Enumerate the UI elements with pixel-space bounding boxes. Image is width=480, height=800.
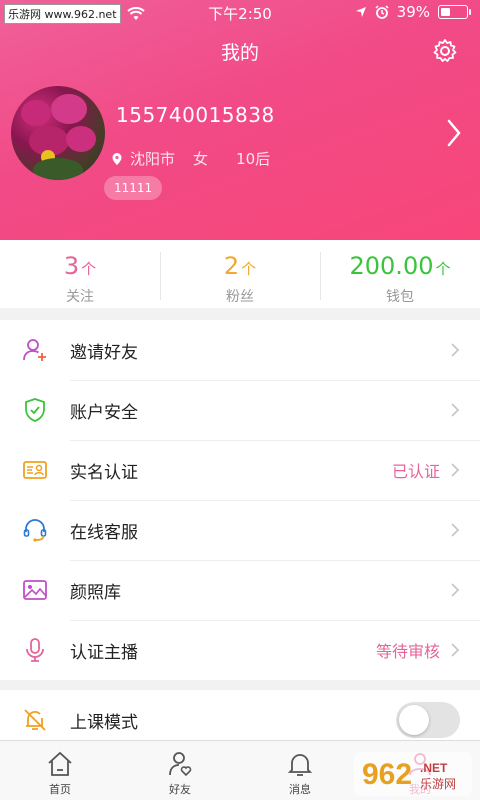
- tab-label: 首页: [49, 783, 71, 796]
- stat-value: 2: [223, 252, 240, 280]
- divider: [70, 620, 480, 621]
- menu-invite-friends[interactable]: 邀请好友: [0, 320, 480, 380]
- bell-icon: [287, 754, 313, 776]
- menu-label: 邀请好友: [70, 342, 138, 363]
- chevron-right-icon: [451, 463, 460, 477]
- tab-label: 好友: [169, 783, 191, 796]
- menu-status: 已认证: [391, 462, 440, 481]
- toggle-knob: [399, 705, 429, 735]
- watermark-logo: 962 .NET 乐游网: [354, 752, 472, 796]
- menu-label: 颜照库: [70, 582, 121, 603]
- microphone-icon: [26, 638, 44, 662]
- divider: [70, 440, 480, 441]
- svg-text:乐游网: 乐游网: [420, 777, 456, 791]
- chevron-right-icon: [451, 583, 460, 597]
- menu-anchor-verification[interactable]: 认证主播 等待审核: [0, 620, 480, 680]
- menu-label: 在线客服: [70, 522, 138, 543]
- chevron-right-icon: [451, 523, 460, 537]
- menu-label: 账户安全: [70, 402, 138, 423]
- chevron-right-icon: [451, 403, 460, 417]
- bell-off-icon: [24, 709, 46, 731]
- alarm-icon: [375, 5, 389, 19]
- avatar[interactable]: [11, 86, 105, 180]
- stat-label: 钱包: [386, 289, 414, 305]
- stat-unit: 个: [241, 260, 257, 278]
- user-info: 沈阳市 女 10后: [110, 148, 288, 169]
- location-arrow-icon: [355, 7, 366, 17]
- chevron-right-icon[interactable]: [446, 118, 462, 148]
- user-gender: 女: [193, 150, 209, 168]
- battery-percent: 39%: [396, 3, 430, 21]
- class-mode-toggle[interactable]: [396, 702, 460, 738]
- status-bar: 乐游网 www.962.net 下午2:50 39%: [0, 0, 480, 26]
- stat-value: 3: [63, 252, 80, 280]
- tab-friends[interactable]: 好友: [120, 741, 240, 800]
- stat-wallet[interactable]: 200.00 个 钱包: [320, 240, 480, 308]
- tab-label: 消息: [289, 783, 311, 796]
- id-card-icon: [23, 461, 47, 479]
- page-title: 我的: [220, 42, 259, 64]
- user-city: 沈阳市: [130, 150, 176, 168]
- battery-icon: [438, 5, 471, 19]
- stats-bar: 3个 关注 2个 粉丝 200.00 个 钱包: [0, 240, 480, 308]
- divider: [70, 500, 480, 501]
- stat-label: 关注: [66, 289, 94, 305]
- stat-fans[interactable]: 2个 粉丝: [160, 240, 320, 308]
- location-pin-icon: [112, 152, 122, 165]
- svg-text:.NET: .NET: [420, 761, 448, 775]
- user-tag: 11111: [104, 176, 163, 200]
- menu-real-name-verification[interactable]: 实名认证 已认证: [0, 440, 480, 500]
- menu-label: 实名认证: [70, 462, 138, 483]
- user-phone: 155740015838: [116, 103, 275, 127]
- stat-unit: 个: [81, 260, 97, 278]
- image-icon: [23, 580, 47, 600]
- menu-account-security[interactable]: 账户安全: [0, 380, 480, 440]
- tab-home[interactable]: 首页: [0, 741, 120, 800]
- menu-photo-library[interactable]: 颜照库: [0, 560, 480, 620]
- menu-status: 等待审核: [375, 642, 440, 661]
- gear-icon[interactable]: [432, 38, 458, 64]
- stat-following[interactable]: 3个 关注: [0, 240, 160, 308]
- headset-icon: [23, 519, 47, 542]
- profile-header: 乐游网 www.962.net 下午2:50 39% 我的 1557400158…: [0, 0, 480, 240]
- chevron-right-icon: [451, 343, 460, 357]
- menu-online-support[interactable]: 在线客服: [0, 500, 480, 560]
- divider: [70, 380, 480, 381]
- tab-messages[interactable]: 消息: [240, 741, 360, 800]
- settings-menu: 邀请好友 账户安全 实名认证 已认证 在线客服 颜照库 认证主播 等待审核: [0, 320, 480, 680]
- shield-check-icon: [25, 398, 45, 422]
- battery-fill: [441, 8, 451, 16]
- user-age-group: 10后: [236, 150, 271, 168]
- home-icon: [48, 751, 72, 776]
- add-user-icon: [23, 339, 46, 361]
- stat-unit: 个: [435, 260, 451, 278]
- divider: [70, 560, 480, 561]
- class-mode-label: 上课模式: [70, 712, 138, 733]
- chevron-right-icon: [451, 643, 460, 657]
- menu-label: 认证主播: [70, 642, 138, 663]
- stat-label: 粉丝: [226, 289, 254, 305]
- svg-text:962: 962: [362, 758, 412, 791]
- stat-value: 200.00: [349, 252, 434, 280]
- friend-heart-icon: [169, 752, 192, 777]
